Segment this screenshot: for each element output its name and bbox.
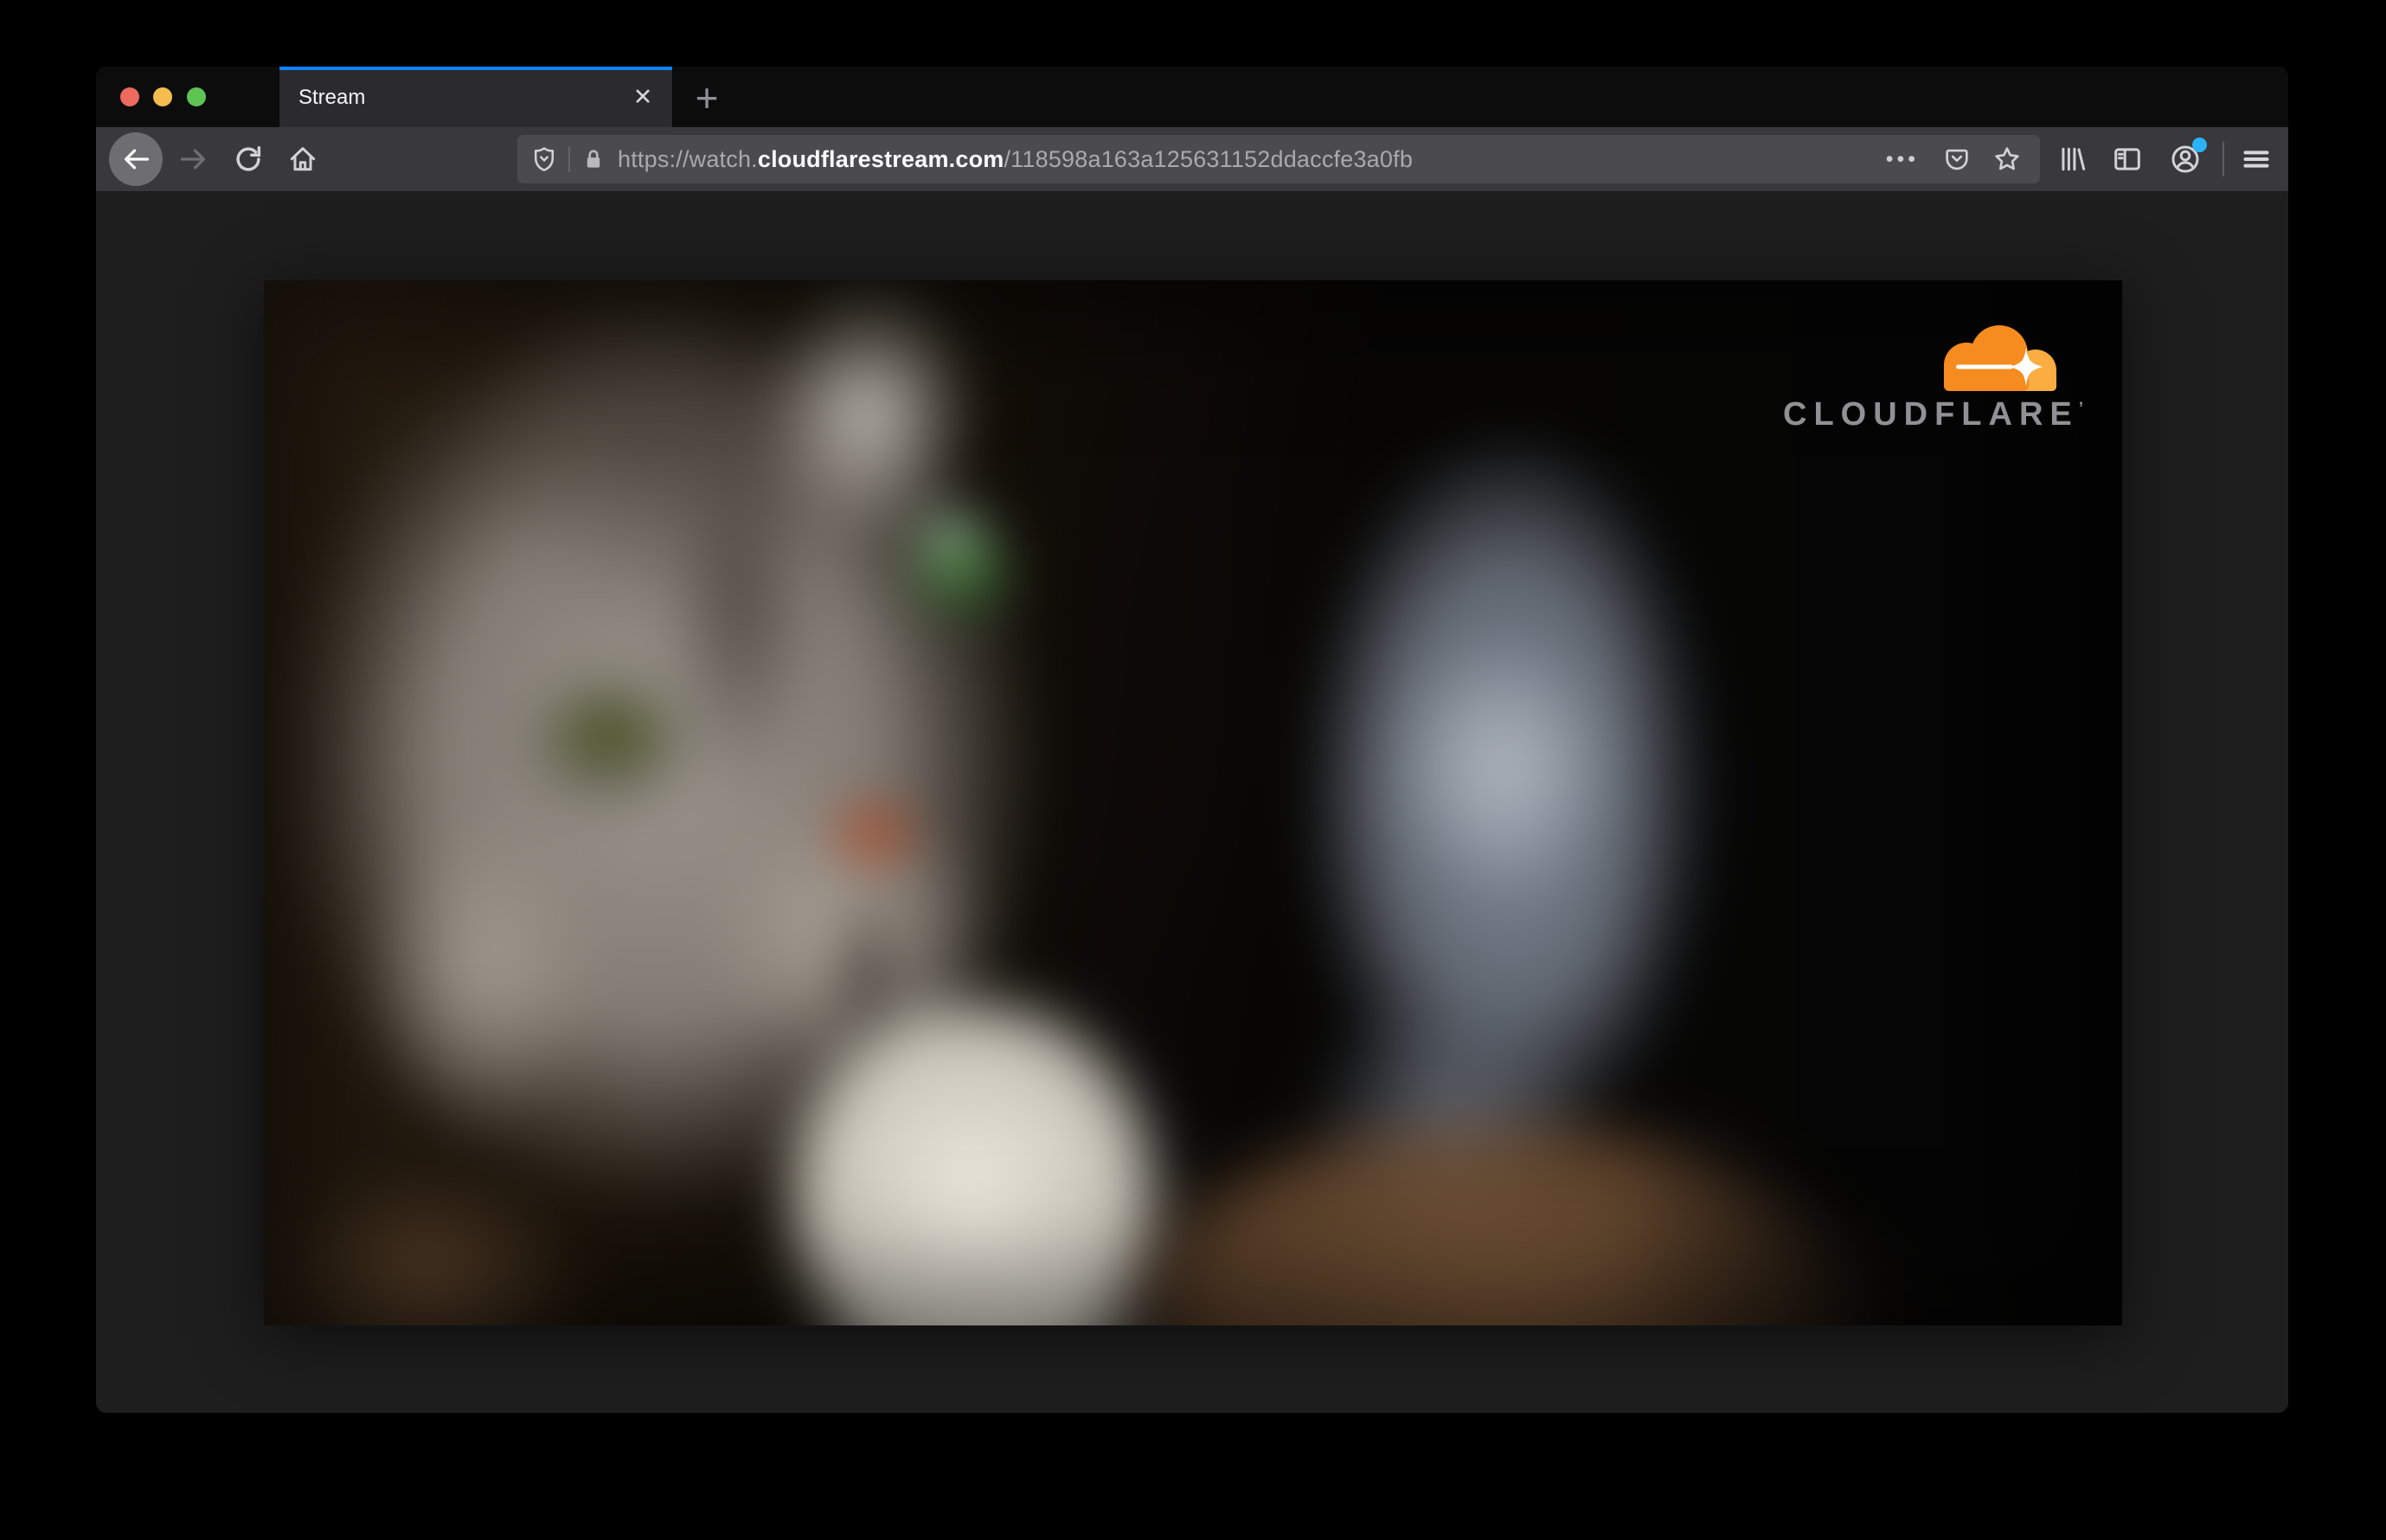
url-bar[interactable]: https://watch.cloudflarestream.com/11859… [517,135,2040,183]
account-button[interactable] [2166,138,2207,178]
hamburger-icon [2243,151,2269,168]
reload-button[interactable] [229,140,267,178]
lock-icon[interactable] [580,145,607,173]
tab-bar: Stream ✕ + [96,67,2288,127]
page-content: CLOUDFLARE’ [96,192,2288,1413]
star-icon [1995,147,2019,170]
window-minimize-button[interactable] [153,87,172,106]
toolbar-divider [2222,142,2224,176]
url-path: /118598a163a125631152ddaccfe3a0fb [1004,145,1414,172]
tab-title: Stream [298,86,366,109]
pocket-icon [1946,149,1968,170]
tab-close-button[interactable]: ✕ [625,80,660,114]
url-text[interactable]: https://watch.cloudflarestream.com/11859… [618,146,1413,173]
sidebar-icon [2114,148,2140,170]
urlbar-divider [568,146,570,172]
plus-icon: + [695,75,719,120]
library-icon [2062,147,2086,171]
trademark-mark: ’ [2078,400,2084,418]
tab-stream[interactable]: Stream ✕ [279,67,673,127]
back-arrow-icon [124,149,150,170]
window-close-button[interactable] [120,87,139,106]
page-actions-ellipsis-icon[interactable]: ••• [1886,147,1919,172]
forward-button[interactable] [175,140,213,178]
account-notification-dot [2192,138,2207,152]
forward-arrow-icon [180,149,206,170]
reload-icon [236,145,261,171]
video-vignette [264,280,2122,1325]
url-domain: cloudflarestream.com [757,145,1004,172]
library-button[interactable] [2054,140,2092,178]
menu-button[interactable] [2237,140,2275,178]
home-icon [290,147,316,171]
cloudflare-logo: CLOUDFLARE’ [1783,325,2084,433]
cloudflare-cloud-icon [1944,325,2056,391]
bookmark-button[interactable] [1988,140,2026,178]
new-tab-button[interactable]: + [687,78,727,118]
navigation-toolbar: https://watch.cloudflarestream.com/11859… [96,127,2288,192]
tracking-protection-shield-icon[interactable] [529,144,559,174]
home-button[interactable] [284,140,322,178]
url-scheme: https://watch. [618,145,758,172]
back-button[interactable] [109,132,163,186]
video-player[interactable]: CLOUDFLARE’ [264,280,2122,1325]
cloudflare-wordmark: CLOUDFLARE’ [1783,396,2084,433]
sidebar-button[interactable] [2108,140,2146,178]
close-icon: ✕ [632,83,653,110]
pocket-button[interactable] [1938,140,1976,178]
window-zoom-button[interactable] [187,87,206,106]
browser-window: Stream ✕ + https://watch.cloudflarestrea… [96,67,2288,1413]
